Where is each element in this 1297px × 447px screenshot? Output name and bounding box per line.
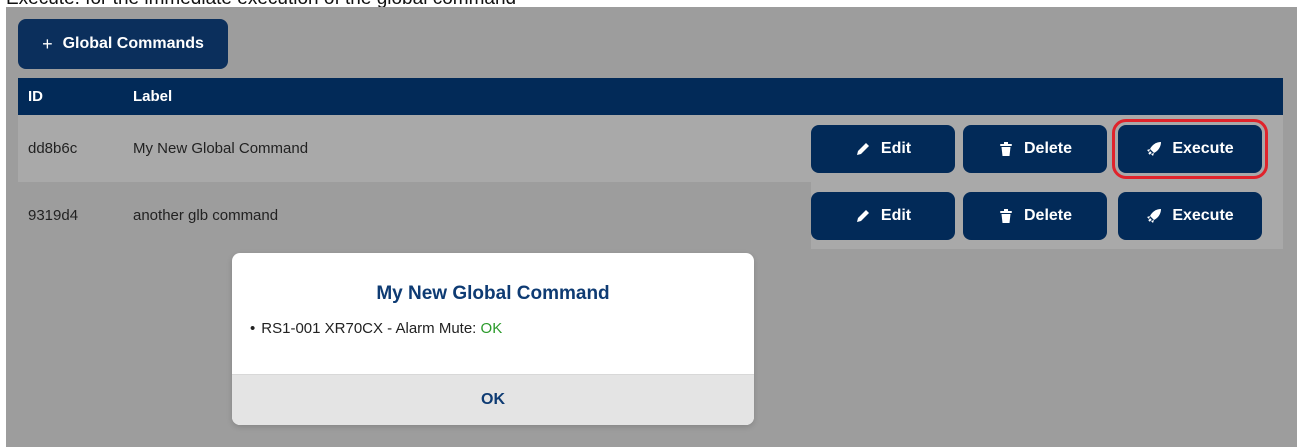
- row-label: My New Global Command: [133, 140, 309, 157]
- pencil-icon: [855, 208, 871, 224]
- row-label: another glb command: [133, 207, 279, 224]
- ok-button[interactable]: OK: [232, 374, 754, 425]
- edit-label: Edit: [880, 140, 912, 157]
- table-row: 9319d4 another glb command Edit Delete E…: [18, 182, 1283, 249]
- dialog-title: My New Global Command: [376, 283, 610, 304]
- result-text: RS1-001 XR70CX - Alarm Mute:: [261, 320, 477, 337]
- result-status: OK: [480, 320, 503, 337]
- row-id: 9319d4: [28, 207, 79, 224]
- pencil-icon: [855, 141, 871, 157]
- app-panel: + Global Commands ID Label dd8b6c My New…: [6, 7, 1297, 447]
- edit-label: Edit: [880, 207, 912, 224]
- delete-label: Delete: [1023, 140, 1073, 157]
- delete-button[interactable]: Delete: [963, 125, 1107, 173]
- result-dialog: My New Global Command • RS1-001 XR70CX - …: [232, 253, 754, 425]
- bullet-icon: •: [250, 320, 256, 337]
- add-global-command-button[interactable]: + Global Commands: [18, 19, 228, 69]
- rocket-icon: [1146, 141, 1162, 157]
- execute-button[interactable]: Execute: [1118, 192, 1262, 240]
- list-item: • RS1-001 XR70CX - Alarm Mute: OK: [250, 320, 502, 337]
- ok-label: OK: [481, 391, 505, 408]
- execute-label: Execute: [1172, 140, 1234, 157]
- table-row: dd8b6c My New Global Command Edit Delete: [18, 115, 1283, 182]
- column-header-label: Label: [133, 88, 173, 105]
- row-id: dd8b6c: [28, 140, 78, 157]
- plus-icon: +: [42, 33, 53, 54]
- delete-label: Delete: [1023, 207, 1073, 224]
- column-header-id: ID: [28, 88, 43, 105]
- rocket-icon: [1146, 208, 1162, 224]
- execute-button[interactable]: Execute: [1112, 119, 1268, 179]
- row-actions: Edit Delete Execute: [811, 115, 1283, 182]
- execute-label: Execute: [1172, 207, 1234, 224]
- trash-icon: [998, 141, 1014, 157]
- edit-button[interactable]: Edit: [811, 192, 955, 240]
- edit-button[interactable]: Edit: [811, 125, 955, 173]
- table-header: ID Label: [18, 78, 1283, 115]
- delete-button[interactable]: Delete: [963, 192, 1107, 240]
- row-actions: Edit Delete Execute: [811, 182, 1283, 249]
- dialog-result-list: • RS1-001 XR70CX - Alarm Mute: OK: [250, 320, 502, 337]
- trash-icon: [998, 208, 1014, 224]
- add-global-command-label: Global Commands: [62, 35, 204, 52]
- global-commands-table: ID Label dd8b6c My New Global Command Ed…: [18, 78, 1283, 249]
